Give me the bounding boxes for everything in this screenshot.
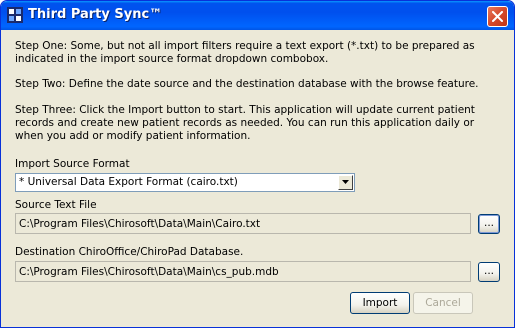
destination-db-input[interactable] — [16, 262, 470, 281]
chevron-down-icon — [342, 180, 349, 184]
window-title: Third Party Sync™ — [28, 7, 163, 22]
step-two-text: Step Two: Define the date source and the… — [15, 78, 479, 90]
close-button[interactable] — [487, 6, 508, 27]
cancel-button[interactable]: Cancel — [413, 292, 473, 314]
import-button[interactable]: Import — [350, 292, 410, 314]
dialog-body: Step One: Some, but not all import filte… — [4, 30, 511, 325]
destination-db-field[interactable] — [15, 261, 471, 282]
import-format-selected: * Universal Data Export Format (cairo.tx… — [19, 176, 238, 188]
step-one-text: Step One: Some, but not all import filte… — [15, 40, 475, 65]
source-file-field[interactable] — [15, 213, 471, 234]
close-icon — [492, 11, 503, 22]
source-browse-button[interactable]: ... — [478, 214, 500, 234]
import-format-label: Import Source Format — [15, 158, 130, 170]
source-file-input[interactable] — [16, 214, 470, 233]
source-file-label: Source Text File — [15, 199, 97, 211]
import-format-select[interactable]: * Universal Data Export Format (cairo.tx… — [15, 173, 355, 192]
destination-db-label: Destination ChiroOffice/ChiroPad Databas… — [15, 246, 244, 258]
destination-browse-button[interactable]: ... — [478, 262, 500, 282]
dialog-window: Third Party Sync™ Step One: Some, but no… — [0, 0, 515, 328]
step-three-text: Step Three: Click the Import button to s… — [15, 104, 475, 142]
dropdown-button[interactable] — [338, 175, 353, 190]
title-bar[interactable]: Third Party Sync™ — [1, 1, 514, 30]
app-icon — [7, 7, 23, 23]
